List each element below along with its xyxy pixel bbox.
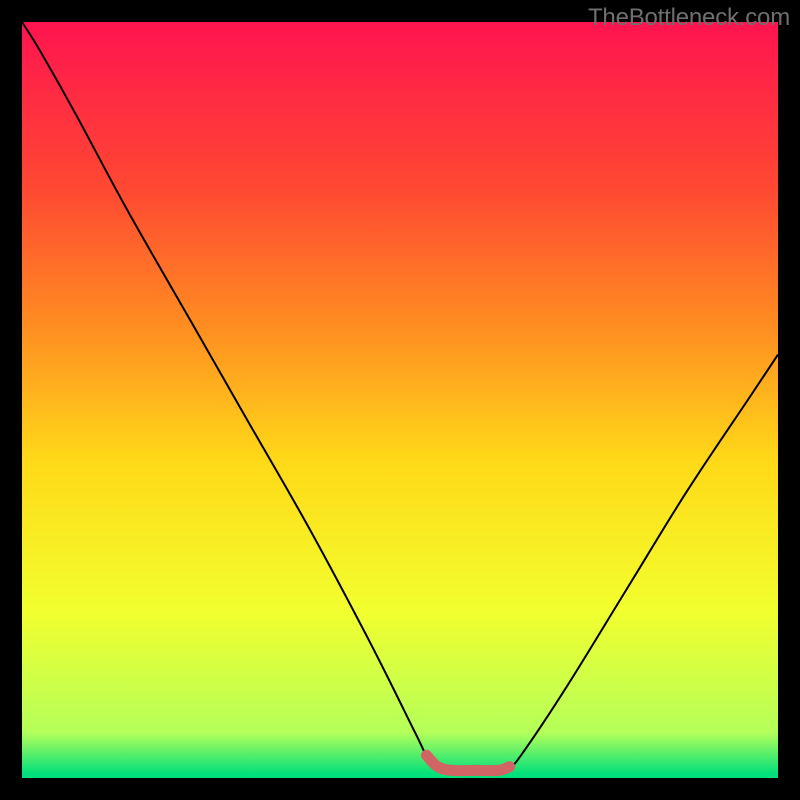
gradient-background [22,22,778,778]
chart-stage: TheBottleneck.com [0,0,800,800]
plot-area [22,22,778,778]
watermark-text: TheBottleneck.com [588,4,790,32]
chart-svg [22,22,778,778]
